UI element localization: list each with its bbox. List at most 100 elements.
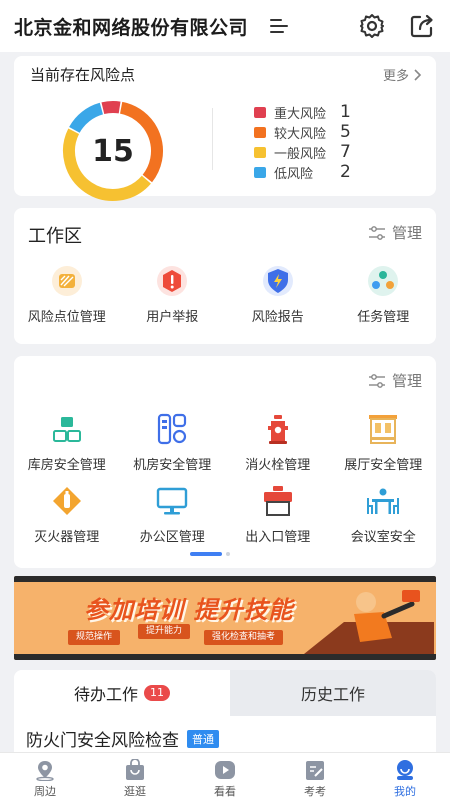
play-icon xyxy=(215,761,235,779)
banner-headline: 参加培训 提升技能 xyxy=(84,596,294,624)
office-monitor-icon xyxy=(155,484,189,518)
fire-hydrant-icon xyxy=(261,412,295,446)
nav-nearby[interactable]: 周边 xyxy=(0,753,90,800)
facility-item-label: 展厅安全管理 xyxy=(344,458,423,473)
work-area-title: 工作区 xyxy=(28,226,82,247)
pending-count-badge: 11 xyxy=(144,685,170,701)
work-item-label: 用户举报 xyxy=(146,310,199,325)
task-list-item[interactable]: 防火门安全风险检查 普通 xyxy=(26,726,219,751)
legend-row-major[interactable]: 重大风险 1 xyxy=(254,102,351,122)
exhibition-icon xyxy=(366,412,400,446)
work-item-label: 风险点位管理 xyxy=(27,310,106,325)
server-room-icon xyxy=(155,412,189,446)
location-icon xyxy=(36,761,54,781)
sliders-icon xyxy=(368,373,385,388)
facility-item-office[interactable]: 办公区管理 xyxy=(120,484,226,545)
work-item-risk-points[interactable]: 风险点位管理 xyxy=(14,264,120,325)
report-alert-icon xyxy=(155,264,189,298)
nav-browse[interactable]: 逛逛 xyxy=(90,753,180,800)
settings-gear-icon[interactable] xyxy=(358,12,386,40)
chevron-right-icon xyxy=(414,68,422,81)
meeting-room-icon xyxy=(366,484,400,518)
org-name[interactable]: 北京金和网络股份有限公司 xyxy=(14,13,262,40)
legend-count: 1 xyxy=(340,102,351,122)
shield-lightning-icon xyxy=(261,264,295,298)
facility-pager[interactable] xyxy=(190,552,230,556)
bottom-nav: 周边 逛逛 看看 考考 我的 xyxy=(0,752,450,800)
work-item-label: 任务管理 xyxy=(357,310,410,325)
nav-mine[interactable]: 我的 xyxy=(360,753,450,800)
divider xyxy=(212,108,213,170)
tab-pending-work[interactable]: 待办工作 11 xyxy=(14,670,230,716)
sliders-icon xyxy=(368,225,385,240)
risk-total: 15 xyxy=(92,133,134,169)
app-header: 北京金和网络股份有限公司 xyxy=(0,0,450,52)
manage-label: 管理 xyxy=(391,372,422,390)
facility-item-label: 会议室安全 xyxy=(350,530,416,545)
legend-label: 一般风险 xyxy=(274,146,327,162)
facility-manage-button[interactable]: 管理 xyxy=(368,370,422,391)
entrance-icon xyxy=(261,484,295,518)
facility-item-label: 出入口管理 xyxy=(245,530,311,545)
risk-point-icon xyxy=(50,264,84,298)
legend-count: 2 xyxy=(340,162,351,182)
risk-card-title: 当前存在风险点 xyxy=(30,66,136,84)
tab-label: 待办工作 xyxy=(73,685,138,704)
nav-label: 我的 xyxy=(394,785,416,798)
more-label: 更多 xyxy=(382,69,409,84)
banner-illustration xyxy=(304,590,434,654)
shopping-bag-icon xyxy=(126,759,144,780)
nav-exam[interactable]: 考考 xyxy=(270,753,360,800)
legend-swatch xyxy=(254,106,266,118)
facility-item-entrance[interactable]: 出入口管理 xyxy=(225,484,331,545)
more-link[interactable]: 更多 xyxy=(383,65,422,84)
task-priority-tag: 普通 xyxy=(187,729,219,748)
banner-tag: 规范操作 xyxy=(68,630,121,645)
legend-count: 5 xyxy=(340,122,351,142)
task-people-icon xyxy=(366,264,400,298)
facility-item-label: 灭火器管理 xyxy=(34,530,100,545)
work-area-manage-button[interactable]: 管理 xyxy=(368,222,422,243)
tab-history-work[interactable]: 历史工作 xyxy=(230,670,436,716)
legend-swatch xyxy=(254,126,266,138)
banner-tag: 提升能力 xyxy=(138,624,191,639)
share-export-icon[interactable] xyxy=(408,12,436,40)
facility-card: 管理 库房安全管理 机房安全管理 消火栓管理 展厅安全管理 灭火器管理 办公区管… xyxy=(14,356,436,568)
facility-item-fire-hydrant[interactable]: 消火栓管理 xyxy=(225,412,331,473)
legend-row-large[interactable]: 较大风险 5 xyxy=(254,122,351,142)
pager-dot-active xyxy=(190,552,222,556)
legend-row-low[interactable]: 低风险 2 xyxy=(254,162,351,182)
work-item-risk-report[interactable]: 风险报告 xyxy=(225,264,331,325)
profile-icon xyxy=(397,760,413,780)
work-item-label: 风险报告 xyxy=(251,310,304,325)
risk-legend: 重大风险 1 较大风险 5 一般风险 7 低风险 2 xyxy=(254,102,351,182)
banner-bottom-strip xyxy=(14,654,436,660)
facility-item-exhibition[interactable]: 展厅安全管理 xyxy=(331,412,437,473)
legend-swatch xyxy=(254,166,266,178)
pager-dot xyxy=(226,552,230,556)
work-item-user-report[interactable]: 用户举报 xyxy=(120,264,226,325)
legend-row-general[interactable]: 一般风险 7 xyxy=(254,142,351,162)
facility-item-warehouse[interactable]: 库房安全管理 xyxy=(14,412,120,473)
facility-item-label: 消火栓管理 xyxy=(245,458,311,473)
org-switch-icon[interactable] xyxy=(270,18,290,34)
work-item-task-management[interactable]: 任务管理 xyxy=(331,264,437,325)
facility-item-label: 机房安全管理 xyxy=(133,458,212,473)
exam-icon xyxy=(306,761,324,780)
tab-label: 历史工作 xyxy=(300,685,365,704)
legend-label: 低风险 xyxy=(274,166,314,182)
facility-item-extinguisher[interactable]: 灭火器管理 xyxy=(14,484,120,545)
extinguisher-icon xyxy=(50,484,84,518)
facility-item-server-room[interactable]: 机房安全管理 xyxy=(120,412,226,473)
training-banner[interactable]: 参加培训 提升技能 规范操作 提升能力 强化检查和抽考 xyxy=(14,576,436,660)
nav-watch[interactable]: 看看 xyxy=(180,753,270,800)
work-area-card: 工作区 管理 风险点位管理 用户举报 风险报告 任务管理 xyxy=(14,208,436,344)
legend-label: 较大风险 xyxy=(274,126,327,142)
nav-label: 考考 xyxy=(304,785,326,798)
facility-item-meeting-room[interactable]: 会议室安全 xyxy=(331,484,437,545)
nav-label: 逛逛 xyxy=(124,785,146,798)
banner-tag: 强化检查和抽考 xyxy=(204,630,284,645)
task-section: 待办工作 11 历史工作 防火门安全风险检查 普通 xyxy=(14,670,436,760)
nav-label: 看看 xyxy=(214,785,236,798)
manage-label: 管理 xyxy=(391,224,422,242)
